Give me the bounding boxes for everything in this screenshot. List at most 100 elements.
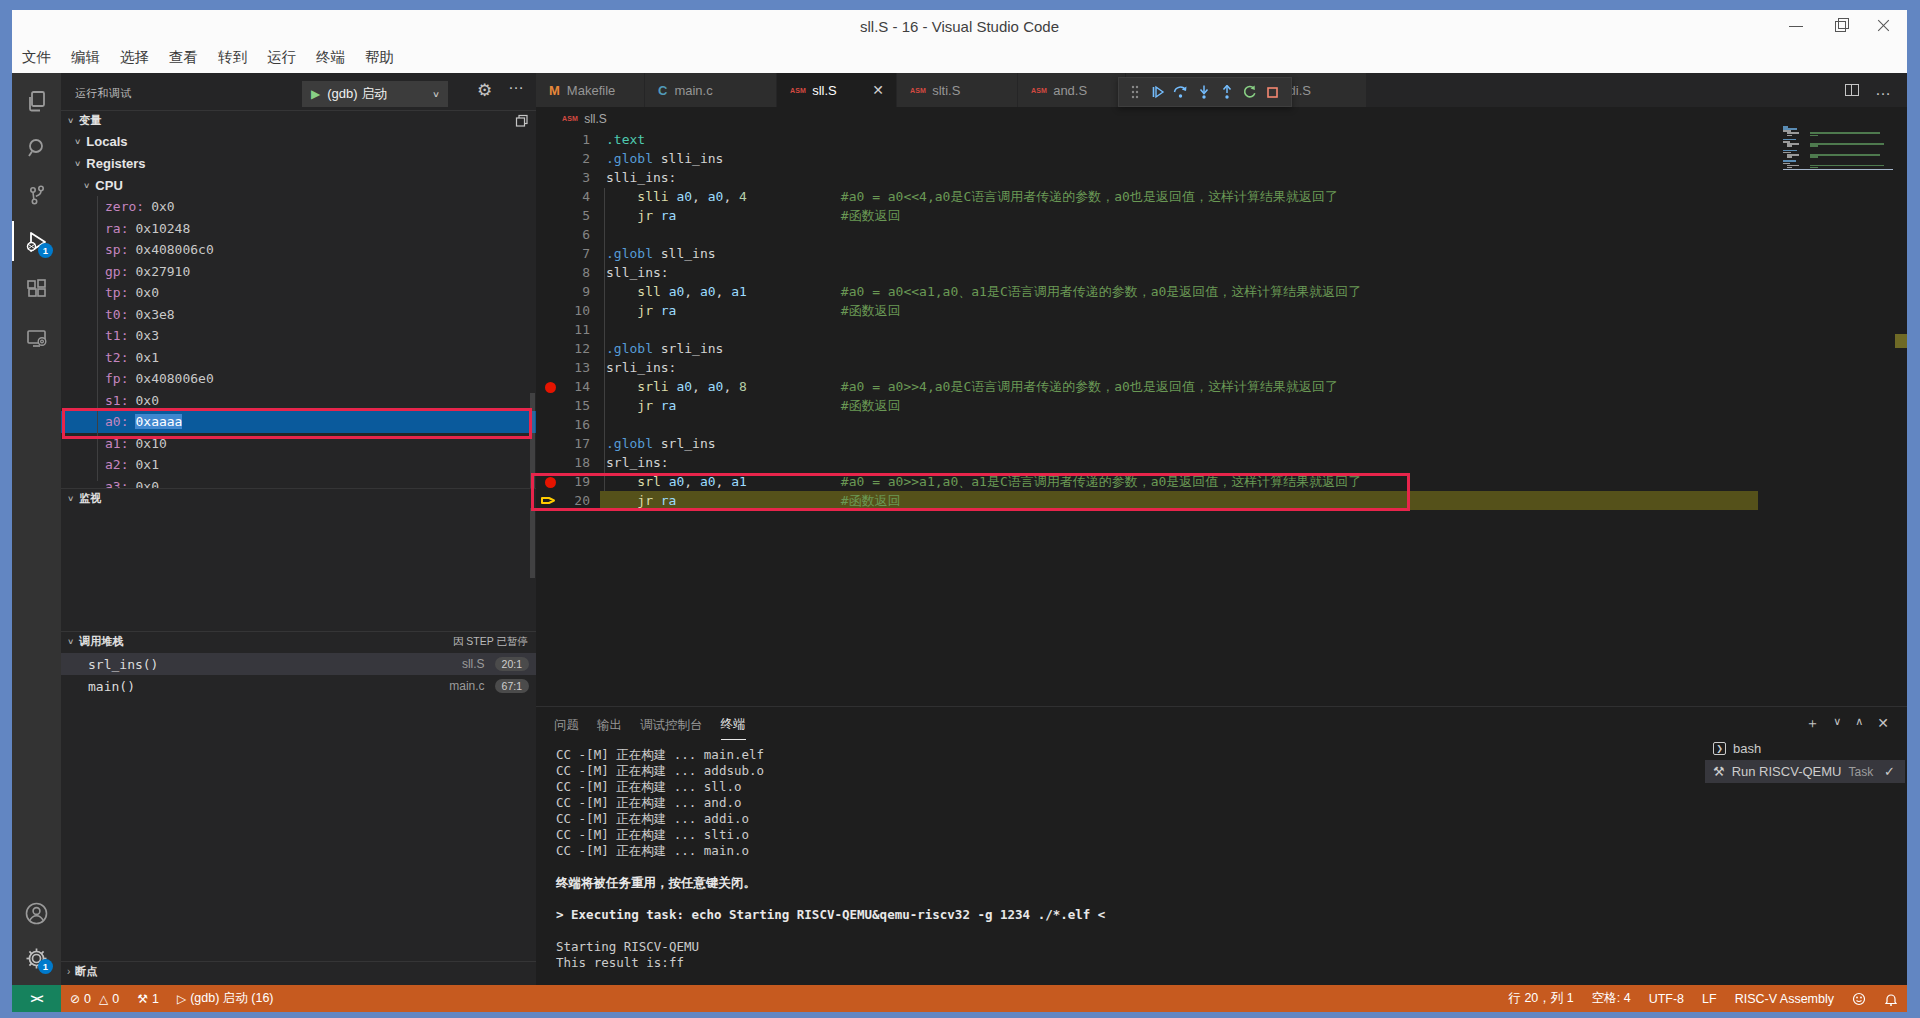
account-icon[interactable] (12, 893, 61, 933)
step-over-button[interactable] (1169, 80, 1192, 104)
code-line-18[interactable]: 18srl_ins: (536, 453, 1907, 472)
code-line-9[interactable]: 9 sll a0, a0, a1 #a0 = a0<<a1,a0、a1是C语言调… (536, 282, 1907, 301)
debug-toolbar-grip[interactable] (1123, 80, 1146, 104)
stack-frame-0[interactable]: srl_ins()sll.S20:1 (61, 653, 536, 675)
panel-tab-输出[interactable]: 输出 (597, 711, 622, 740)
register-ra[interactable]: ra:0x10248 (61, 218, 536, 240)
feedback-icon[interactable] (1843, 992, 1875, 1006)
cursor-position[interactable]: 行 20，列 1 (1499, 990, 1582, 1007)
register-t1[interactable]: t1:0x3 (61, 325, 536, 347)
code-line-5[interactable]: 5 jr ra #函数返回 (536, 206, 1907, 225)
task-status[interactable]: ⚒1 (128, 992, 168, 1006)
scope-cpu[interactable]: ∨CPU (61, 174, 536, 196)
tab-sll.S[interactable]: ASMsll.S✕ (777, 73, 896, 107)
panel-tab-终端[interactable]: 终端 (721, 710, 746, 740)
panel-tab-问题[interactable]: 问题 (554, 711, 579, 740)
section-watch[interactable]: ∨监视 (61, 488, 536, 508)
code-line-2[interactable]: 2.globl slli_ins (536, 149, 1907, 168)
register-sp[interactable]: sp:0x408006c0 (61, 239, 536, 261)
step-into-button[interactable] (1192, 80, 1215, 104)
source-control-icon[interactable] (12, 175, 61, 215)
menu-5[interactable]: 运行 (257, 48, 306, 67)
scope-registers[interactable]: ∨Registers (61, 152, 536, 174)
continue-button[interactable] (1146, 80, 1169, 104)
menu-6[interactable]: 终端 (306, 48, 355, 67)
code-line-13[interactable]: 13srli_ins: (536, 358, 1907, 377)
remote-explorer-icon[interactable] (12, 318, 61, 358)
code-line-3[interactable]: 3slli_ins: (536, 168, 1907, 187)
terminal-list-item-bash[interactable]: ❯bash (1705, 737, 1905, 760)
search-icon[interactable] (12, 128, 61, 168)
editor-more-actions-icon[interactable]: … (1875, 81, 1891, 99)
code-line-12[interactable]: 12.globl srli_ins (536, 339, 1907, 358)
code-line-1[interactable]: 1.text (536, 130, 1907, 149)
register-zero[interactable]: zero:0x0 (61, 196, 536, 218)
split-editor-icon[interactable] (1845, 84, 1859, 96)
indentation-status[interactable]: 空格: 4 (1583, 990, 1640, 1007)
section-callstack[interactable]: ∨调用堆栈 因 STEP 已暂停 (61, 631, 536, 651)
menu-2[interactable]: 选择 (110, 48, 159, 67)
code-line-8[interactable]: 8sll_ins: (536, 263, 1907, 282)
settings-gear-icon[interactable] (12, 938, 61, 978)
remote-indicator[interactable]: >< (12, 985, 61, 1012)
language-mode[interactable]: RISC-V Assembly (1726, 992, 1843, 1006)
code-line-10[interactable]: 10 jr ra #函数返回 (536, 301, 1907, 320)
debug-settings-gear-icon[interactable]: ⚙ (477, 80, 492, 101)
code-line-4[interactable]: 4 slli a0, a0, 4 #a0 = a0<<4,a0是C语言调用者传递… (536, 187, 1907, 206)
problems-status[interactable]: ⊘0 △0 (61, 992, 128, 1006)
breakpoint-icon[interactable] (545, 382, 556, 393)
terminal-output[interactable]: CC -[M] 正在构建 ... main.elfCC -[M] 正在构建 ..… (556, 747, 1105, 971)
close-panel-icon[interactable]: ✕ (1877, 715, 1889, 733)
stop-button[interactable] (1261, 80, 1284, 104)
register-fp[interactable]: fp:0x408006e0 (61, 368, 536, 390)
register-tp[interactable]: tp:0x0 (61, 282, 536, 304)
code-line-14[interactable]: 14 srli a0, a0, 8 #a0 = a0>>4,a0是C语言调用者传… (536, 377, 1907, 396)
terminal-list-item-Run RISCV-QEMU[interactable]: ⚒Run RISCV-QEMUTask✓ (1705, 760, 1905, 783)
code-line-16[interactable]: 16 (536, 415, 1907, 434)
explorer-icon[interactable] (12, 81, 61, 121)
maximize-panel-icon[interactable]: ∧ (1855, 715, 1863, 733)
restart-button[interactable] (1238, 80, 1261, 104)
code-line-17[interactable]: 17.globl srl_ins (536, 434, 1907, 453)
launch-config-dropdown[interactable]: ▶ (gdb) 启动 ∨ (302, 81, 448, 107)
debug-status[interactable]: ▷(gdb) 启动 (16) (168, 990, 283, 1007)
menu-1[interactable]: 编辑 (61, 48, 110, 67)
step-out-button[interactable] (1215, 80, 1238, 104)
eol-status[interactable]: LF (1693, 992, 1726, 1006)
close-button[interactable] (1875, 17, 1893, 35)
register-t2[interactable]: t2:0x1 (61, 347, 536, 369)
notifications-bell-icon[interactable] (1875, 992, 1907, 1006)
menu-4[interactable]: 转到 (208, 48, 257, 67)
scope-locals[interactable]: ∨Locals (61, 130, 536, 152)
extensions-icon[interactable] (12, 269, 61, 309)
menu-0[interactable]: 文件 (12, 48, 61, 67)
stack-frame-1[interactable]: main()main.c67:1 (61, 675, 536, 697)
code-editor[interactable]: 1.text2.globl slli_ins3slli_ins:4 slli a… (536, 130, 1907, 706)
collapse-all-icon[interactable] (515, 114, 529, 130)
register-gp[interactable]: gp:0x27910 (61, 261, 536, 283)
code-line-7[interactable]: 7.globl sll_ins (536, 244, 1907, 263)
code-line-15[interactable]: 15 jr ra #函数返回 (536, 396, 1907, 415)
close-tab-icon[interactable]: ✕ (870, 82, 886, 98)
encoding-status[interactable]: UTF-8 (1640, 992, 1693, 1006)
tab-slti.S[interactable]: ASMslti.S (897, 73, 1017, 107)
section-variables[interactable]: ∨变量 (61, 110, 536, 130)
section-breakpoints[interactable]: ›断点 (61, 961, 536, 981)
code-line-6[interactable]: 6 (536, 225, 1907, 244)
register-a2[interactable]: a2:0x1 (61, 454, 536, 476)
panel-tab-调试控制台[interactable]: 调试控制台 (640, 711, 703, 740)
menu-7[interactable]: 帮助 (355, 48, 404, 67)
minimize-button[interactable] (1787, 17, 1805, 35)
run-and-debug-icon[interactable] (12, 222, 61, 262)
tab-and.S[interactable]: ASMand.S (1018, 73, 1125, 107)
tab-main.c[interactable]: Cmain.c (645, 73, 776, 107)
new-terminal-icon[interactable]: ＋ (1805, 715, 1819, 733)
breadcrumb[interactable]: ASM sll.S (536, 107, 1907, 130)
menu-3[interactable]: 查看 (159, 48, 208, 67)
restore-button[interactable] (1831, 17, 1849, 35)
terminal-dropdown-icon[interactable]: ∨ (1833, 715, 1841, 733)
code-line-11[interactable]: 11 (536, 320, 1907, 339)
debug-more-actions-icon[interactable]: … (508, 75, 525, 93)
start-debug-icon[interactable]: ▶ (311, 87, 320, 101)
register-t0[interactable]: t0:0x3e8 (61, 304, 536, 326)
